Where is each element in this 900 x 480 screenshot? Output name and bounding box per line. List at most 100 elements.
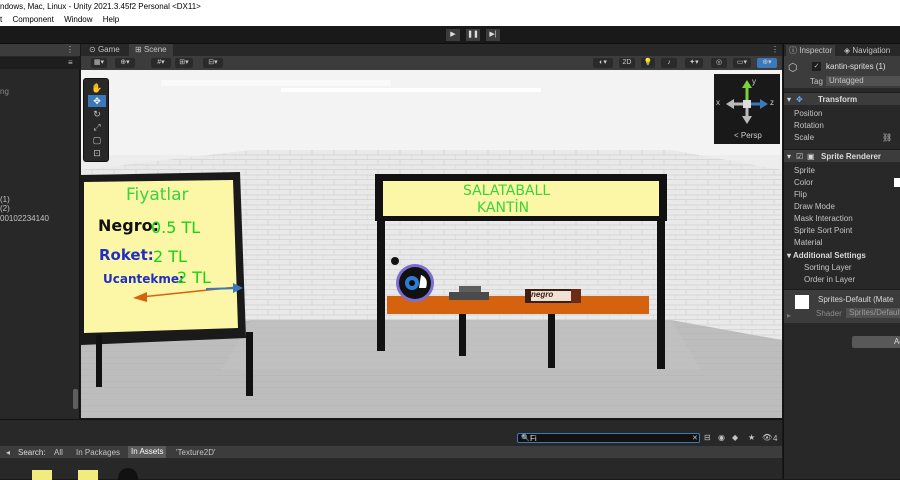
window-title: ndows, Mac, Linux - Unity 2021.3.45f2 Pe…	[0, 2, 201, 11]
transform-header[interactable]: ▾ ✥ Transform	[784, 92, 900, 105]
price-name-roket: Roket:	[99, 246, 154, 264]
toggle-2d-button[interactable]: 2D	[619, 58, 635, 68]
filter-texture2d[interactable]: 'Texture2D'	[176, 448, 216, 457]
hierarchy-item[interactable]: ng	[0, 87, 9, 96]
visibility-icon[interactable]: 👁	[762, 433, 772, 442]
mask-interaction-label: Mask Interaction	[794, 214, 853, 223]
filter-all[interactable]: All	[54, 448, 63, 457]
main-toolbar: ▶ ❚❚ ▶|	[0, 26, 900, 44]
material-name[interactable]: Sprites-Default (Mate	[818, 295, 894, 304]
cube-icon: ⬡	[788, 62, 798, 74]
favorite-icon[interactable]: ★	[748, 433, 755, 442]
effects-dropdown[interactable]: ✦▾	[685, 58, 703, 68]
move-tool-icon[interactable]: ✥	[88, 95, 106, 107]
audio-toggle-icon[interactable]: ♪	[661, 58, 677, 68]
hierarchy-header: ⋮	[0, 44, 80, 56]
additional-settings-foldout[interactable]: ▾ Additional Settings	[787, 251, 866, 260]
search-scope-label: Search:	[18, 448, 46, 457]
tab-navigation[interactable]: ◈ Navigation	[844, 46, 890, 55]
rotate-tool-icon[interactable]: ↻	[88, 108, 106, 120]
scene-tab-bar: ⊙ Game ⊞ Scene ⋮	[81, 44, 782, 56]
menu-bar: t Component Window Help	[0, 14, 900, 26]
back-icon[interactable]: ◂	[6, 448, 10, 457]
add-component-button[interactable]: Ac	[852, 336, 900, 348]
menu-item-component[interactable]: Component	[12, 15, 53, 24]
rotation-label: Rotation	[794, 121, 824, 130]
scene-viewport[interactable]: Fiyatlar Negro: 0.5 TL Roket: 2 TL Ucant…	[81, 70, 782, 418]
position-label: Position	[794, 109, 823, 118]
play-button[interactable]: ▶	[446, 29, 460, 41]
type-filter-icon[interactable]: ◉	[718, 433, 725, 442]
hierarchy-item[interactable]: (1)	[0, 195, 10, 204]
shader-dropdown[interactable]: Sprites/Default	[846, 308, 900, 318]
shader-label: Shader	[816, 309, 842, 318]
tab-inspector[interactable]: ⓘ Inspector	[786, 45, 836, 56]
clear-search-icon[interactable]: ✕	[692, 434, 698, 442]
global-dropdown[interactable]: ⊕▾	[115, 58, 135, 68]
search-filter-bar: ◂ Search: All In Packages In Assets 'Tex…	[0, 446, 782, 458]
hierarchy-scrollbar[interactable]	[73, 389, 78, 409]
search-icon: 🔍	[521, 435, 530, 442]
collapse-arrow-icon: ▾	[787, 95, 792, 104]
collapse-arrow-icon: ▾	[787, 152, 792, 161]
persp-label[interactable]: < Persp	[734, 131, 762, 140]
more-icon[interactable]: ⋮	[771, 45, 779, 54]
lighting-toggle-icon[interactable]: 💡	[641, 58, 655, 68]
color-swatch[interactable]	[894, 178, 900, 187]
scale-label: Scale	[794, 133, 815, 142]
price-name-negro: Negro:	[98, 216, 159, 235]
orientation-gizmo[interactable]: y x z < Persp	[714, 74, 780, 144]
draw-mode-label: Draw Mode	[794, 202, 835, 211]
object-name[interactable]: kantin-sprites (1)	[826, 62, 886, 71]
transform-tool-icon[interactable]: ⊡	[88, 147, 106, 159]
hierarchy-item[interactable]: (2)	[0, 204, 10, 213]
scale-tool-icon[interactable]: ⤢	[88, 121, 106, 133]
menu-icon[interactable]: ≡	[68, 58, 73, 67]
hierarchy-search[interactable]: ≡	[0, 57, 80, 69]
active-checkbox[interactable]: ✓	[812, 62, 821, 71]
asset-thumbnail[interactable]	[118, 468, 138, 480]
tag-dropdown[interactable]: Untagged	[826, 76, 900, 86]
menu-item-t[interactable]: t	[0, 15, 2, 24]
snap-increment-dropdown[interactable]: ⊞▾	[175, 58, 193, 68]
sorting-layer-label: Sorting Layer	[804, 263, 852, 272]
menu-item-help[interactable]: Help	[103, 15, 119, 24]
material-label: Material	[794, 238, 823, 247]
search-input[interactable]: 🔍 Fi ✕	[517, 433, 700, 443]
tab-game[interactable]: ⊙ Game	[83, 44, 126, 56]
sign-line-2: KANTİN	[477, 200, 530, 216]
label-filter-icon[interactable]: ◆	[732, 433, 738, 442]
camera-dropdown[interactable]: ▭▾	[733, 58, 751, 68]
hierarchy-item[interactable]: 00102234140	[0, 214, 49, 223]
component-checkbox[interactable]: ☑	[796, 152, 803, 161]
material-foldout-icon[interactable]: ▸	[787, 311, 791, 320]
link-icon[interactable]: ⛓	[882, 133, 892, 142]
scene-render	[81, 70, 782, 418]
gizmos-dropdown[interactable]: ⊕▾	[757, 58, 777, 68]
board-title: Fiyatlar	[126, 185, 189, 205]
game-icon: ⊙	[89, 45, 98, 54]
sign-line-1: SALATABALL	[463, 183, 551, 199]
tab-scene[interactable]: ⊞ Scene	[129, 44, 173, 56]
step-button[interactable]: ▶|	[486, 29, 500, 41]
filter-in-packages[interactable]: In Packages	[76, 448, 120, 457]
pivot-dropdown[interactable]: ▦▾	[91, 58, 107, 68]
material-preview	[795, 295, 809, 309]
hand-tool-icon[interactable]: ✋	[88, 82, 106, 94]
pause-button[interactable]: ❚❚	[466, 29, 480, 41]
search-filter-icon[interactable]: ⊟	[704, 433, 711, 442]
asset-count: 4	[773, 434, 778, 443]
hidden-objects-icon[interactable]: ◎	[711, 58, 727, 68]
increment-snap-dropdown[interactable]: ⊟▾	[203, 58, 223, 68]
order-in-layer-label: Order in Layer	[804, 275, 856, 284]
sprite-renderer-header[interactable]: ▾ ☑ ▣ Sprite Renderer	[784, 149, 900, 162]
rect-tool-icon[interactable]: ▢	[88, 134, 106, 146]
menu-item-window[interactable]: Window	[64, 15, 92, 24]
grid-snap-dropdown[interactable]: #▾	[151, 58, 171, 68]
more-icon[interactable]: ⋮	[66, 45, 74, 54]
filter-in-assets[interactable]: In Assets	[128, 446, 167, 458]
scene-icon: ⊞	[135, 45, 144, 54]
project-header	[0, 420, 782, 432]
transform-icon: ✥	[796, 95, 803, 104]
draw-mode-dropdown[interactable]: ◐▾	[593, 58, 613, 68]
